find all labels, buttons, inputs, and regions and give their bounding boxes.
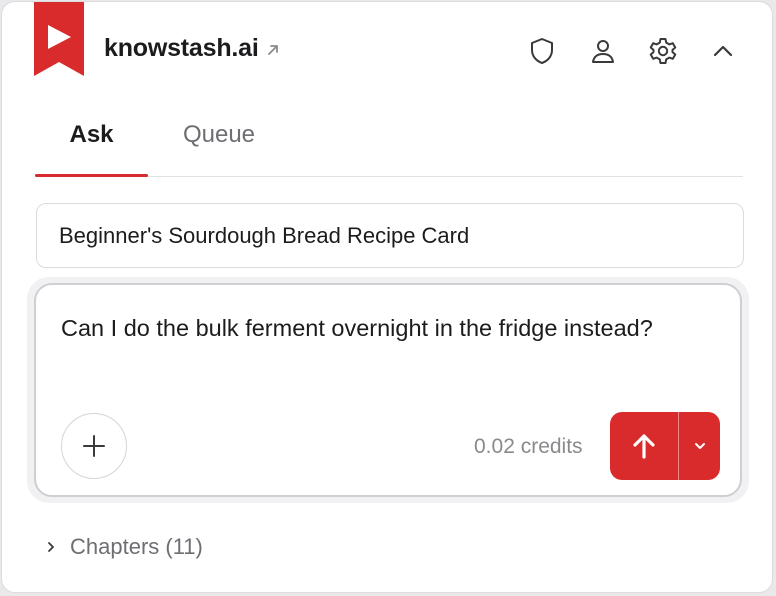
send-button[interactable] [610,412,678,480]
chapters-label: Chapters (11) [70,534,203,559]
brand-name: knowstash.ai [104,34,259,62]
document-title-field[interactable]: Beginner's Sourdough Bread Recipe Card [36,203,744,268]
question-composer[interactable]: Can I do the bulk ferment overnight in t… [34,283,742,497]
add-attachment-button[interactable] [61,413,127,479]
arrow-up-icon [633,434,655,459]
collapse-button[interactable] [708,36,738,66]
settings-button[interactable] [648,36,678,66]
plus-icon [83,435,105,457]
shield-icon [531,38,553,64]
chevron-up-icon [713,45,733,57]
shield-button[interactable] [527,36,557,66]
tab-ask[interactable]: Ask [35,110,148,176]
tab-queue[interactable]: Queue [148,110,290,176]
chevron-right-icon [48,542,54,552]
question-input[interactable]: Can I do the bulk ferment overnight in t… [61,309,701,347]
send-button-group [610,412,720,480]
account-button[interactable] [588,36,618,66]
credits-cost: 0.02 credits [474,435,583,458]
active-tab-indicator [35,174,148,177]
tab-bar: Ask Queue [35,110,743,177]
brand-logo [34,2,84,76]
send-options-button[interactable] [679,412,720,480]
gear-icon [649,38,677,64]
chapters-toggle[interactable]: Chapters (11) [44,534,203,560]
user-icon [592,40,614,63]
brand-link[interactable]: knowstash.ai [104,34,280,63]
chevron-down-icon [694,443,705,449]
external-link-icon [267,45,278,55]
